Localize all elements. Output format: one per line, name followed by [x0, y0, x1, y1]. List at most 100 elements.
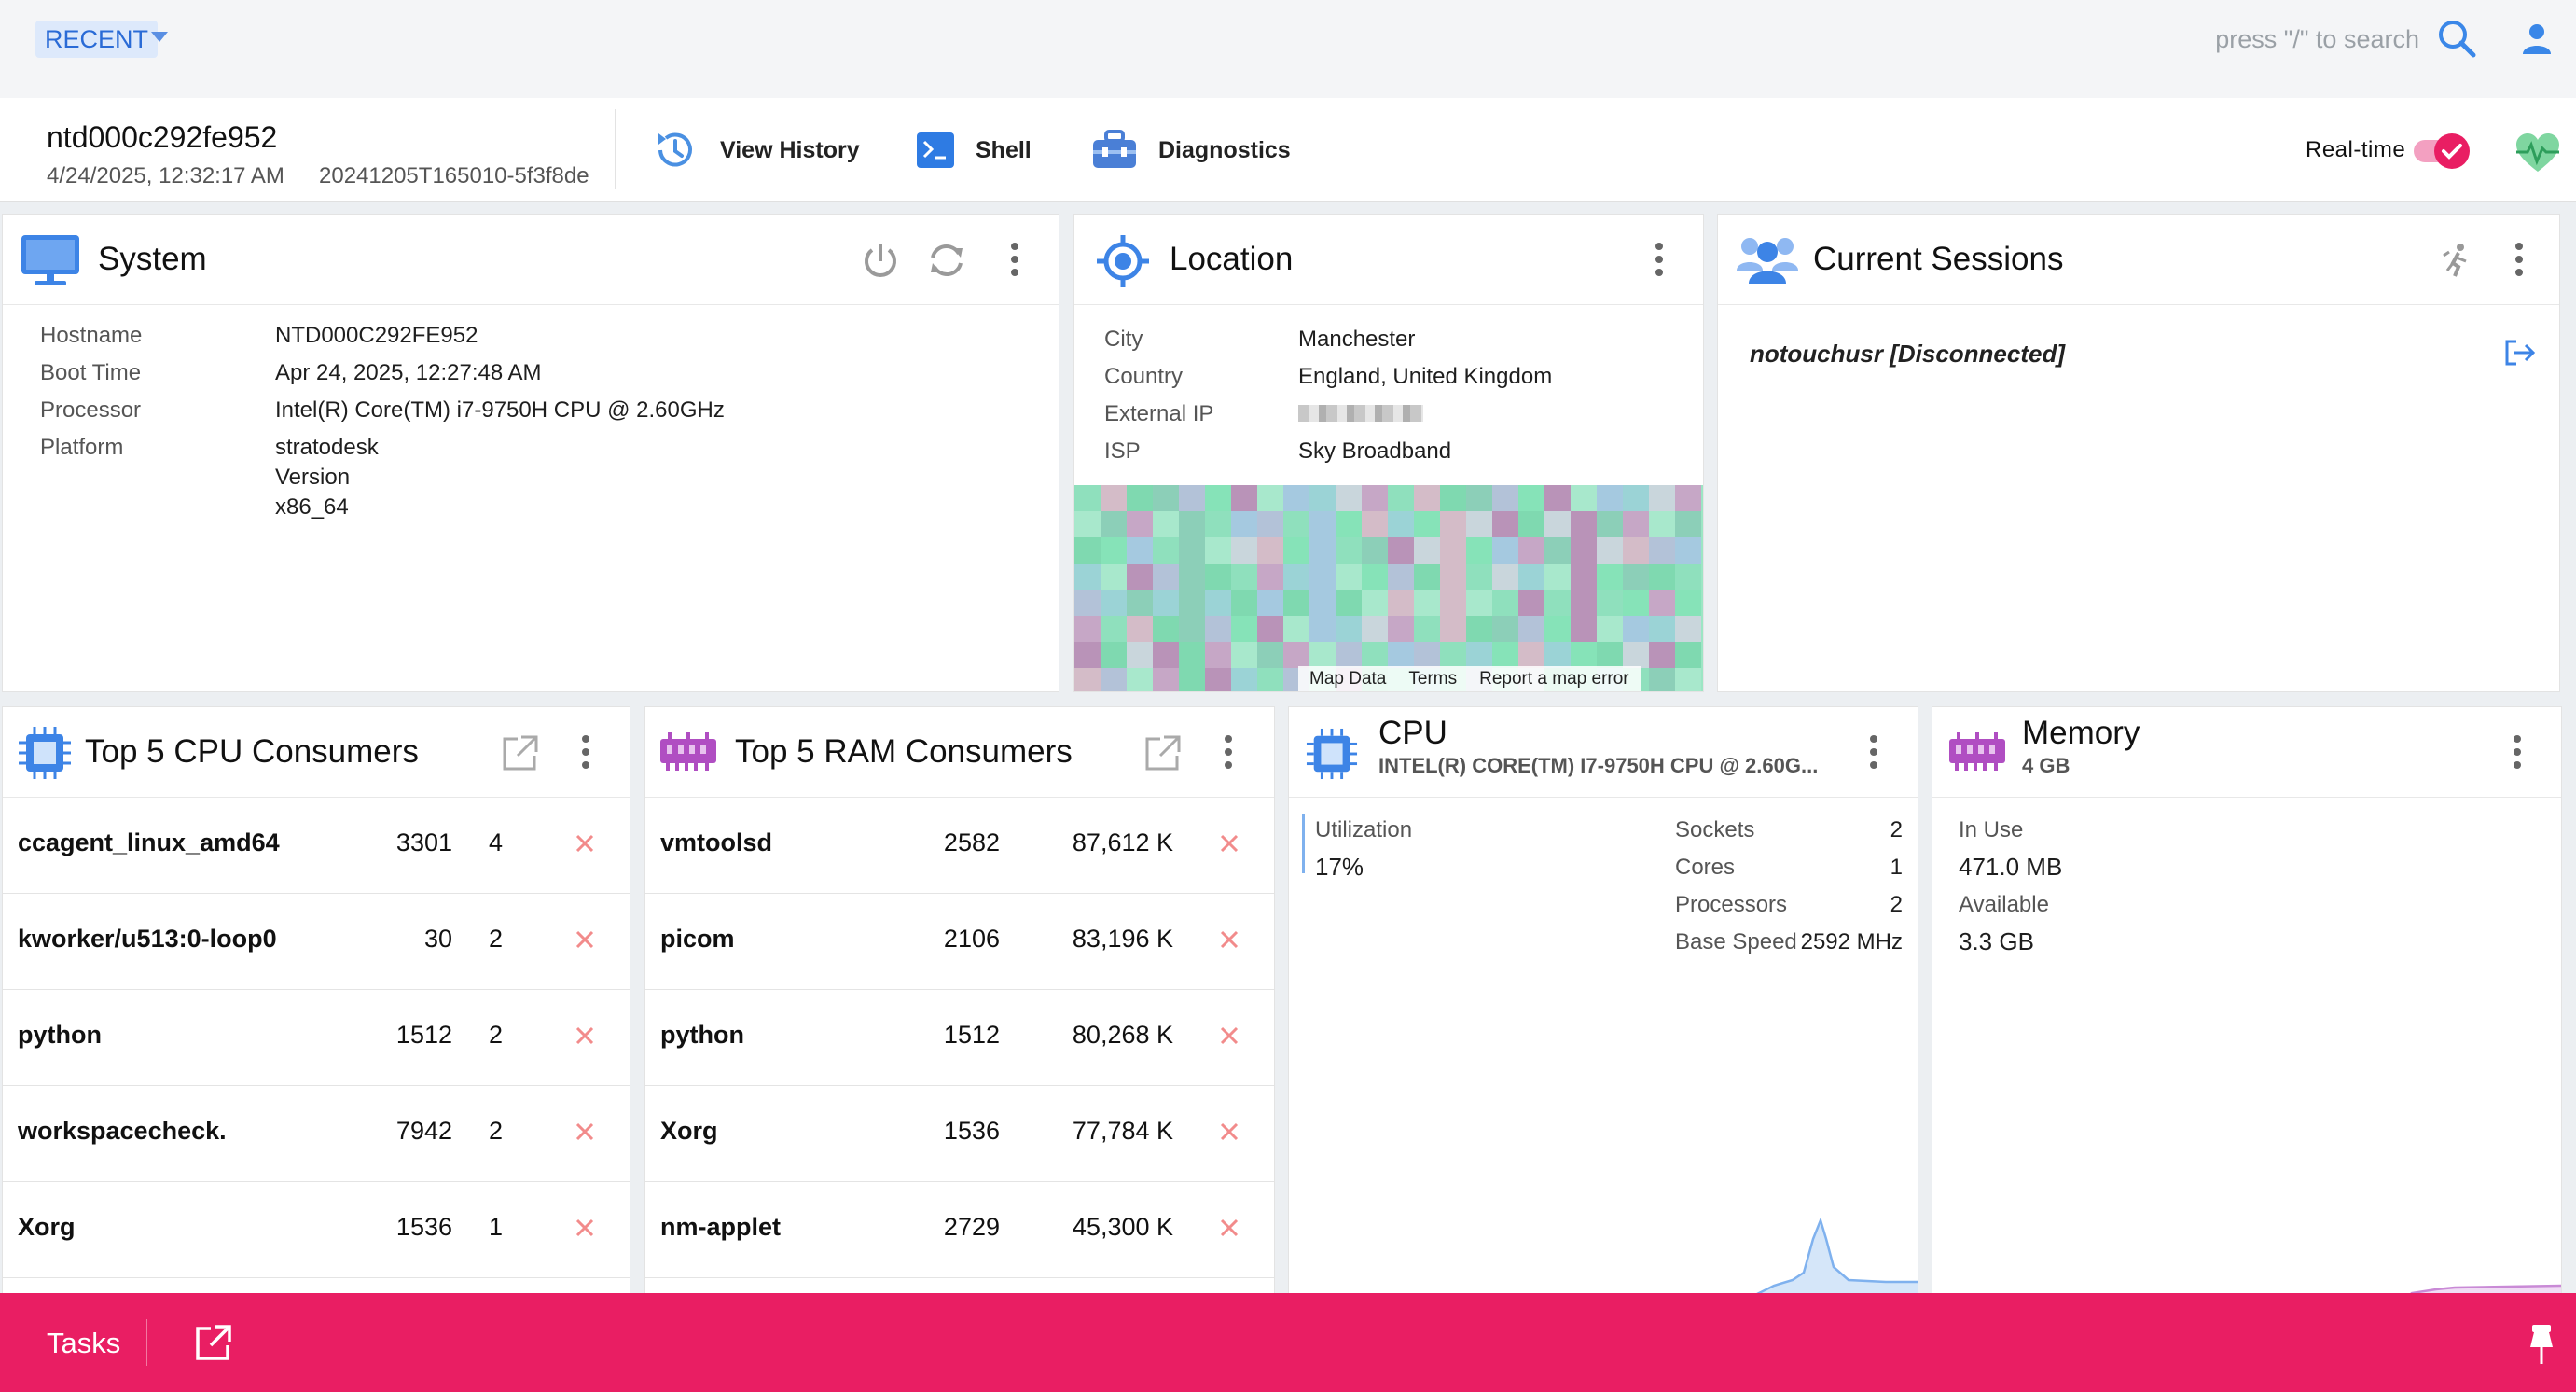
table-row[interactable]: workspacecheck. 7942 2	[3, 1085, 630, 1182]
map-tile	[1257, 485, 1283, 511]
popout-icon[interactable]	[194, 1323, 233, 1362]
card-subtitle: INTEL(R) CORE(TM) I7-9750H CPU @ 2.60G..…	[1378, 754, 1819, 777]
map-tile	[1074, 668, 1101, 691]
shell-button[interactable]: Shell	[916, 124, 1032, 176]
location-map[interactable]: Map Data Terms Report a map error	[1074, 485, 1703, 691]
map-tile	[1231, 537, 1257, 564]
device-build: 20241205T165010-5f3f8de	[319, 163, 589, 188]
kill-process-icon[interactable]	[1218, 928, 1240, 951]
map-tile	[1518, 485, 1544, 511]
power-icon[interactable]	[861, 241, 900, 280]
table-row[interactable]: Xorg 1536 1	[3, 1181, 630, 1278]
check-icon	[2442, 144, 2462, 160]
users-icon	[1737, 238, 1798, 284]
map-tile	[1257, 642, 1283, 668]
field-value: Version	[275, 465, 351, 490]
popout-icon[interactable]	[501, 733, 540, 773]
kill-process-icon[interactable]	[1218, 1217, 1240, 1239]
map-tile	[1492, 564, 1518, 590]
table-row[interactable]: vmtoolsd 2582 87,612 K	[645, 797, 1274, 894]
map-tile	[1257, 590, 1283, 616]
map-tile	[1544, 485, 1571, 511]
map-tile	[1231, 511, 1257, 537]
map-tile	[1675, 616, 1701, 642]
view-history-button[interactable]: View History	[651, 124, 860, 176]
field-value: Apr 24, 2025, 12:27:48 AM	[275, 360, 542, 385]
more-options-icon[interactable]	[1010, 243, 1019, 276]
heart-pulse-icon[interactable]	[2514, 132, 2561, 174]
monitor-icon	[21, 235, 79, 285]
map-tile	[1414, 485, 1440, 511]
map-tile	[1205, 511, 1231, 537]
search-icon[interactable]	[2435, 17, 2478, 60]
table-row[interactable]: python 1512 80,268 K	[645, 989, 1274, 1086]
search-placeholder[interactable]: press "/" to search	[2215, 22, 2419, 56]
kill-process-icon[interactable]	[1218, 832, 1240, 855]
map-tile	[1309, 616, 1336, 642]
map-tile	[1649, 511, 1675, 537]
card-title: Top 5 CPU Consumers	[85, 733, 419, 770]
more-options-icon[interactable]	[1224, 735, 1233, 769]
map-tile	[1257, 537, 1283, 564]
map-tile	[1336, 616, 1362, 642]
user-icon[interactable]	[2518, 21, 2555, 58]
map-tile	[1518, 511, 1544, 537]
process-pid: 1536	[943, 1117, 1000, 1145]
tasks-button[interactable]: Tasks	[47, 1327, 120, 1360]
process-usage: 77,784 K	[1072, 1117, 1173, 1145]
location-card: Location City Manchester Country England…	[1073, 214, 1704, 692]
card-title: Location	[1170, 241, 1294, 277]
map-tile	[1153, 668, 1179, 691]
map-terms-link[interactable]: Terms	[1397, 669, 1468, 689]
map-tile	[1205, 616, 1231, 642]
table-row[interactable]: python 1512 2	[3, 989, 630, 1086]
more-options-icon[interactable]	[1655, 243, 1664, 276]
more-options-icon[interactable]	[1869, 735, 1878, 769]
table-row[interactable]: picom 2106 83,196 K	[645, 893, 1274, 990]
card-header: CPU INTEL(R) CORE(TM) I7-9750H CPU @ 2.6…	[1289, 707, 1918, 798]
map-data-link[interactable]: Map Data	[1298, 669, 1397, 689]
map-tile	[1414, 616, 1440, 642]
refresh-icon[interactable]	[927, 241, 966, 280]
card-title: Current Sessions	[1813, 241, 2064, 277]
map-tile	[1309, 564, 1336, 590]
more-options-icon[interactable]	[581, 735, 590, 769]
kill-process-icon[interactable]	[574, 1024, 596, 1047]
top-bar: RECENT press "/" to search	[0, 0, 2576, 98]
diagnostics-button[interactable]: Diagnostics	[1091, 124, 1291, 176]
map-tile	[1597, 511, 1623, 537]
table-row[interactable]: nm-applet 2729 45,300 K	[645, 1181, 1274, 1278]
kill-process-icon[interactable]	[1218, 1121, 1240, 1143]
process-usage: 45,300 K	[1072, 1213, 1173, 1241]
map-tile	[1257, 668, 1283, 691]
table-row[interactable]: Xorg 1536 77,784 K	[645, 1085, 1274, 1182]
kill-process-icon[interactable]	[574, 1217, 596, 1239]
process-name: python	[660, 1021, 744, 1049]
kill-process-icon[interactable]	[574, 928, 596, 951]
realtime-toggle[interactable]	[2414, 133, 2470, 169]
table-row[interactable]: kworker/u513:0-loop0 30 2	[3, 893, 630, 990]
process-pid: 1536	[395, 1213, 452, 1241]
map-tile	[1101, 537, 1127, 564]
inuse-label: In Use	[1959, 817, 2024, 842]
kill-process-icon[interactable]	[574, 1121, 596, 1143]
logout-icon[interactable]	[2503, 338, 2537, 368]
chevron-down-icon[interactable]	[151, 32, 168, 42]
field-label: Platform	[40, 435, 124, 460]
recent-dropdown[interactable]: RECENT	[35, 21, 159, 58]
popout-icon[interactable]	[1143, 733, 1183, 773]
more-options-icon[interactable]	[2513, 735, 2522, 769]
map-tile	[1074, 590, 1101, 616]
map-report-link[interactable]: Report a map error	[1468, 669, 1641, 689]
more-options-icon[interactable]	[2514, 243, 2524, 276]
map-tile	[1074, 616, 1101, 642]
walking-person-icon[interactable]	[2440, 243, 2473, 278]
pin-icon[interactable]	[2523, 1323, 2560, 1366]
map-tile	[1362, 642, 1388, 668]
map-tile	[1231, 590, 1257, 616]
kill-process-icon[interactable]	[574, 832, 596, 855]
kill-process-icon[interactable]	[1218, 1024, 1240, 1047]
target-icon	[1097, 235, 1149, 287]
map-tile	[1101, 511, 1127, 537]
table-row[interactable]: ccagent_linux_amd64 3301 4	[3, 797, 630, 894]
